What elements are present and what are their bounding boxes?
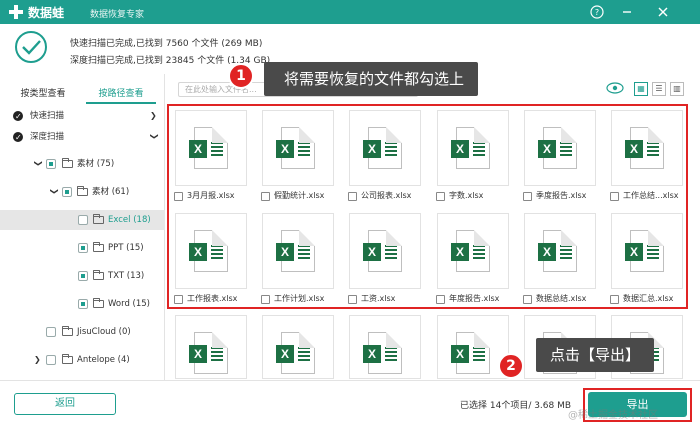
tree-checkbox[interactable]	[46, 355, 56, 365]
app-name: 数据蛙	[28, 6, 65, 20]
chevron-down-icon[interactable]: ❯	[144, 133, 164, 141]
file-tile[interactable]: X	[175, 315, 247, 379]
tree-item-excel[interactable]: Excel (18)	[0, 210, 165, 230]
file-tile[interactable]: X	[262, 315, 334, 379]
tree-checkbox[interactable]	[62, 187, 72, 197]
app-logo-icon	[9, 5, 23, 19]
app-window: 数据蛙 数据恢复专家 ? 快速扫描已完成,已找到 7560 个文件 (269 M…	[0, 0, 700, 427]
tree-checkbox[interactable]	[13, 107, 23, 127]
step1-badge: 1	[228, 63, 254, 89]
list-view-icon[interactable]: ☰	[652, 82, 666, 96]
selection-info: 已选择 14个项目/ 3.68 MB	[460, 401, 572, 411]
chevron-down-icon[interactable]: ❯	[28, 160, 48, 168]
tree-item-quick-scan[interactable]: 快速扫描 ❯	[0, 106, 165, 127]
chevron-right-icon[interactable]: ❯	[150, 106, 158, 126]
folder-icon	[93, 270, 104, 280]
chevron-right-icon[interactable]: ❯	[34, 350, 42, 370]
excel-file-icon: X	[451, 332, 490, 374]
help-button[interactable]: ?	[588, 3, 606, 21]
tree-item-antelope[interactable]: ❯ Antelope (4)	[0, 350, 165, 370]
callout-step2: 点击【导出】	[536, 338, 655, 372]
chevron-down-icon[interactable]: ❯	[44, 188, 64, 196]
selection-highlight-box	[167, 104, 688, 309]
tree-item-folder[interactable]: ❯ 素材 (75)	[0, 154, 165, 174]
sidebar: 按类型查看 按路径查看 快速扫描 ❯ 深度扫描 ❯ ❯ 素材 (75) ❯ 素材…	[0, 74, 165, 380]
tree-item-word[interactable]: Word (15)	[0, 294, 165, 314]
question-circle-icon: ?	[590, 5, 604, 19]
tree-item-deep-scan[interactable]: 深度扫描 ❯	[0, 127, 165, 148]
grid-view-icon[interactable]: ▦	[634, 82, 648, 96]
quick-scan-status: 快速扫描已完成,已找到 7560 个文件 (269 MB)	[70, 39, 263, 49]
tab-by-type[interactable]: 按类型查看	[8, 84, 78, 104]
watermark: @稀土掘金技术社区	[568, 410, 658, 421]
tree-item-folder[interactable]: ❯ 素材 (61)	[0, 182, 165, 202]
folder-icon	[93, 214, 104, 224]
scan-complete-check-icon	[15, 31, 47, 63]
minimize-icon	[623, 11, 631, 13]
tree-checkbox[interactable]	[46, 327, 56, 337]
detail-view-icon[interactable]: ▥	[670, 82, 684, 96]
file-tile[interactable]: X	[349, 315, 421, 379]
excel-file-icon: X	[363, 332, 402, 374]
minimize-button[interactable]	[618, 3, 636, 21]
tree-checkbox[interactable]	[78, 243, 88, 253]
close-icon	[658, 7, 668, 17]
tree-checkbox[interactable]	[78, 271, 88, 281]
tree-checkbox[interactable]	[46, 159, 56, 169]
step2-badge: 2	[498, 353, 524, 379]
tree-checkbox[interactable]	[78, 215, 88, 225]
folder-icon	[77, 186, 88, 196]
tree-item-ppt[interactable]: PPT (15)	[0, 238, 165, 258]
view-mode-tabs: 按类型查看 按路径查看	[0, 84, 165, 104]
tree-item-jisucloud[interactable]: JisuCloud (0)	[0, 322, 165, 342]
back-button[interactable]: 返回	[14, 393, 116, 415]
svg-text:?: ?	[595, 8, 599, 17]
close-button[interactable]	[654, 3, 672, 21]
folder-icon	[93, 242, 104, 252]
tab-by-path[interactable]: 按路径查看	[86, 84, 156, 104]
callout-step1: 将需要恢复的文件都勾选上	[264, 62, 479, 96]
folder-icon	[62, 354, 73, 364]
folder-icon	[93, 298, 104, 308]
tree-item-txt[interactable]: TXT (13)	[0, 266, 165, 286]
tree-checkbox[interactable]	[78, 299, 88, 309]
tree-checkbox[interactable]	[13, 128, 23, 148]
eye-icon[interactable]	[606, 82, 624, 96]
excel-file-icon: X	[276, 332, 315, 374]
app-subtitle: 数据恢复专家	[90, 10, 145, 20]
folder-icon	[62, 326, 73, 336]
folder-icon	[62, 158, 73, 168]
excel-file-icon: X	[189, 332, 228, 374]
title-bar: 数据蛙 数据恢复专家 ?	[0, 0, 700, 24]
